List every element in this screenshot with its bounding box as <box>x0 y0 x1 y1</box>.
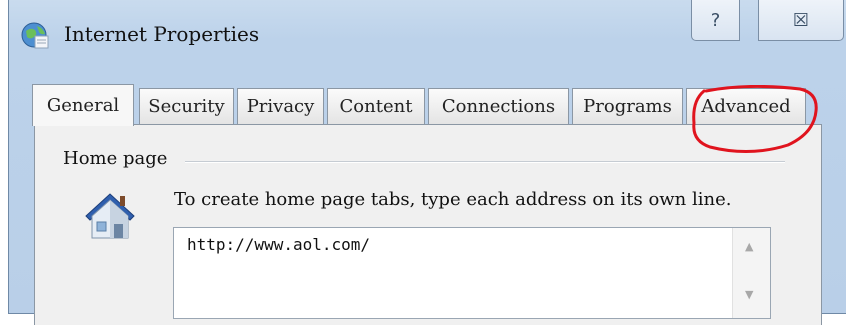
tab-connections[interactable]: Connections <box>428 88 569 124</box>
scroll-up-arrow-icon[interactable]: ▲ <box>745 240 753 253</box>
home-page-group-label: Home page <box>63 148 174 169</box>
home-page-address-value: http://www.aol.com/ <box>187 235 371 254</box>
title-bar: Internet Properties ? ☒ <box>9 0 846 70</box>
tab-content[interactable]: Content <box>327 88 425 124</box>
tab-advanced[interactable]: Advanced <box>686 88 806 124</box>
tab-programs[interactable]: Programs <box>572 88 683 124</box>
tab-privacy[interactable]: Privacy <box>237 88 324 124</box>
help-icon: ? <box>710 9 721 31</box>
tab-general[interactable]: General <box>32 84 134 126</box>
close-button[interactable]: ☒ <box>758 0 844 41</box>
address-field-scrollbar[interactable]: ▲ ▼ <box>732 228 770 318</box>
group-divider <box>185 161 785 163</box>
close-icon: ☒ <box>792 9 810 31</box>
home-page-instruction: To create home page tabs, type each addr… <box>174 189 732 210</box>
help-button[interactable]: ? <box>691 0 740 41</box>
house-icon <box>85 193 135 239</box>
home-page-address-field[interactable]: http://www.aol.com/ ▲ ▼ <box>173 227 771 319</box>
tab-security[interactable]: Security <box>139 88 234 124</box>
scroll-down-arrow-icon[interactable]: ▼ <box>745 288 753 301</box>
window-title: Internet Properties <box>64 22 260 46</box>
globe-icon <box>21 22 49 49</box>
